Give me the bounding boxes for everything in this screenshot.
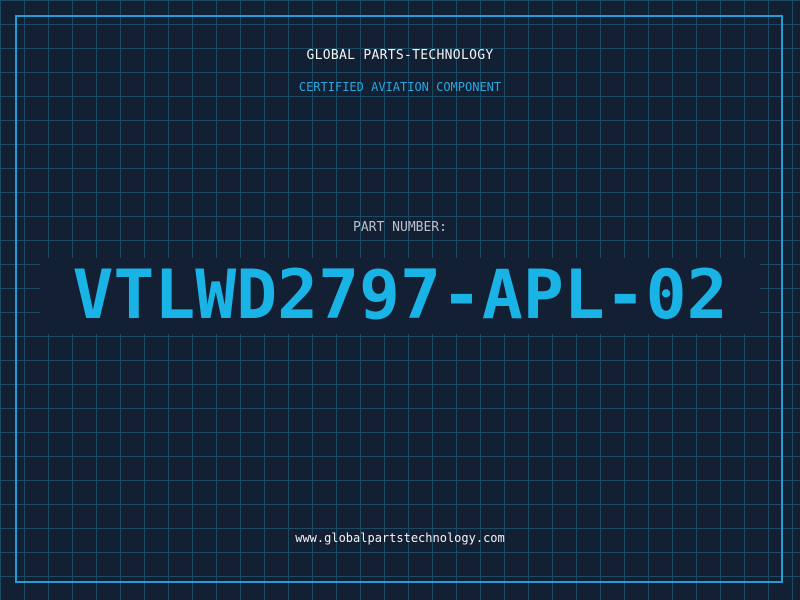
website-url: www.globalpartstechnology.com: [295, 531, 505, 545]
part-number-label: PART NUMBER:: [353, 220, 447, 235]
part-number-panel: VTLWD2797-APL-02: [40, 258, 760, 334]
certification-tagline: CERTIFIED AVIATION COMPONENT: [298, 80, 502, 94]
company-name: GLOBAL PARTS-TECHNOLOGY: [306, 48, 494, 63]
part-number-value: VTLWD2797-APL-02: [72, 256, 728, 335]
